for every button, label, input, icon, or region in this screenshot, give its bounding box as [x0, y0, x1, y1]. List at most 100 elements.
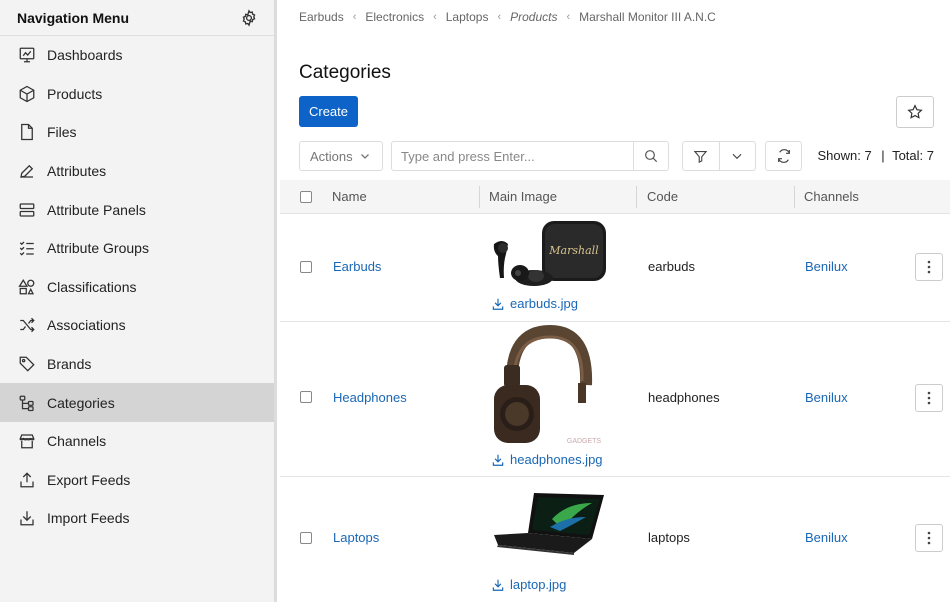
sidebar-item-attribute-panels[interactable]: Attribute Panels — [0, 190, 274, 229]
select-all-checkbox[interactable] — [300, 191, 312, 203]
sidebar-item-associations[interactable]: Associations — [0, 306, 274, 345]
laptop-image[interactable] — [492, 489, 608, 559]
chevron-left-icon: ‹ — [352, 11, 357, 23]
total-count: Total: 7 — [892, 148, 934, 163]
shuffle-icon — [18, 316, 36, 334]
download-icon — [492, 298, 504, 310]
gear-icon[interactable] — [240, 8, 258, 27]
breadcrumb-item-electronics[interactable]: Electronics — [365, 10, 424, 24]
search-box — [391, 141, 669, 171]
sidebar-item-brands[interactable]: Brands — [0, 345, 274, 384]
category-code: laptops — [648, 530, 690, 545]
column-header-name[interactable]: Name — [332, 189, 367, 204]
headphones-watermark-text: GADGETS — [567, 438, 602, 445]
pencil-icon — [18, 162, 36, 180]
search-input[interactable] — [392, 142, 633, 170]
category-code: earbuds — [648, 259, 695, 274]
category-name-link[interactable]: Laptops — [333, 530, 379, 545]
table-row: Laptops laptop.jpg laptops Benilux — [280, 477, 950, 602]
channel-link[interactable]: Benilux — [805, 259, 848, 274]
refresh-button[interactable] — [765, 141, 802, 171]
column-divider — [794, 186, 795, 208]
sidebar-item-channels[interactable]: Channels — [0, 422, 274, 461]
sidebar-item-label: Associations — [47, 317, 126, 334]
table-row: Earbuds Marshall earbuds.jpg earbuds Ben… — [280, 214, 950, 322]
sidebar-item-label: Categories — [47, 394, 115, 411]
image-file-name: earbuds.jpg — [510, 296, 578, 311]
filter-dropdown-button[interactable] — [718, 142, 756, 170]
sidebar-title: Navigation Menu — [17, 9, 130, 26]
column-divider — [479, 186, 480, 208]
sidebar-item-export-feeds[interactable]: Export Feeds — [0, 461, 274, 500]
breadcrumb-item-earbuds[interactable]: Earbuds — [299, 10, 344, 24]
page-title: Categories — [299, 62, 391, 83]
filter-button[interactable] — [683, 142, 719, 170]
breadcrumb-item-products[interactable]: Products — [510, 10, 557, 24]
channel-link[interactable]: Benilux — [805, 530, 848, 545]
dashboard-icon — [18, 46, 36, 64]
sidebar-item-attribute-groups[interactable]: Attribute Groups — [0, 229, 274, 268]
checklist-icon — [18, 239, 36, 257]
search-button[interactable] — [633, 142, 668, 170]
sidebar-item-products[interactable]: Products — [0, 75, 274, 114]
row-menu-button[interactable] — [915, 384, 943, 412]
more-vertical-icon — [927, 531, 931, 545]
sidebar-item-attributes[interactable]: Attributes — [0, 152, 274, 191]
column-header-main-image[interactable]: Main Image — [489, 189, 557, 204]
search-icon — [645, 150, 658, 163]
headphones-image[interactable]: GADGETS — [490, 325, 610, 447]
sidebar-item-files[interactable]: Files — [0, 113, 274, 152]
sidebar-item-classifications[interactable]: Classifications — [0, 268, 274, 307]
column-header-channels[interactable]: Channels — [804, 189, 859, 204]
image-file-name: laptop.jpg — [510, 577, 567, 592]
cube-icon — [18, 85, 36, 103]
create-button[interactable]: Create — [299, 96, 358, 127]
record-counts: Shown: 7 | Total: 7 — [817, 148, 934, 163]
download-icon — [18, 509, 36, 527]
sidebar-item-label: Export Feeds — [47, 471, 131, 488]
table-header: Name Main Image Code Channels — [280, 180, 950, 214]
download-icon — [492, 454, 504, 466]
upload-icon — [18, 471, 36, 489]
image-file-link[interactable]: headphones.jpg — [491, 452, 603, 467]
category-name-link[interactable]: Headphones — [333, 390, 407, 405]
sidebar-item-label: Products — [47, 85, 103, 102]
actions-label: Actions — [310, 148, 353, 164]
sidebar-item-label: Classifications — [47, 278, 137, 295]
more-vertical-icon — [927, 260, 931, 274]
row-checkbox[interactable] — [300, 532, 312, 544]
channel-link[interactable]: Benilux — [805, 390, 848, 405]
tree-icon — [18, 394, 36, 412]
sidebar-item-dashboards[interactable]: Dashboards — [0, 36, 274, 75]
file-icon — [18, 123, 36, 141]
navigation-sidebar: Navigation Menu Dashboards Products File… — [0, 0, 277, 602]
row-checkbox[interactable] — [300, 261, 312, 273]
sidebar-item-categories[interactable]: Categories — [0, 383, 274, 422]
row-menu-button[interactable] — [915, 524, 943, 552]
breadcrumb-item-marshall-monitor[interactable]: Marshall Monitor III A.N.C — [579, 10, 716, 24]
category-name-link[interactable]: Earbuds — [333, 259, 381, 274]
shown-count: Shown: 7 — [817, 148, 872, 163]
store-icon — [18, 432, 36, 450]
table-row: Headphones GADGETS headphones.jpg headph… — [280, 322, 950, 477]
filter-group — [682, 141, 756, 171]
sidebar-header: Navigation Menu — [0, 0, 274, 36]
panels-icon — [18, 201, 36, 219]
row-menu-button[interactable] — [915, 253, 943, 281]
sidebar-item-label: Brands — [47, 356, 92, 373]
actions-dropdown[interactable]: Actions — [299, 141, 383, 171]
image-file-link[interactable]: laptop.jpg — [491, 577, 566, 592]
chevron-left-icon: ‹ — [566, 11, 571, 23]
image-file-link[interactable]: earbuds.jpg — [491, 296, 578, 311]
chevron-down-icon — [360, 154, 369, 159]
category-code: headphones — [648, 390, 720, 405]
sidebar-item-import-feeds[interactable]: Import Feeds — [0, 499, 274, 538]
breadcrumb-item-laptops[interactable]: Laptops — [446, 10, 489, 24]
row-checkbox[interactable] — [300, 391, 312, 403]
filter-icon — [693, 150, 708, 163]
tag-icon — [18, 355, 36, 373]
favorite-button[interactable] — [896, 96, 934, 128]
column-header-code[interactable]: Code — [647, 189, 678, 204]
more-vertical-icon — [927, 391, 931, 405]
earbuds-image[interactable]: Marshall — [490, 218, 610, 290]
